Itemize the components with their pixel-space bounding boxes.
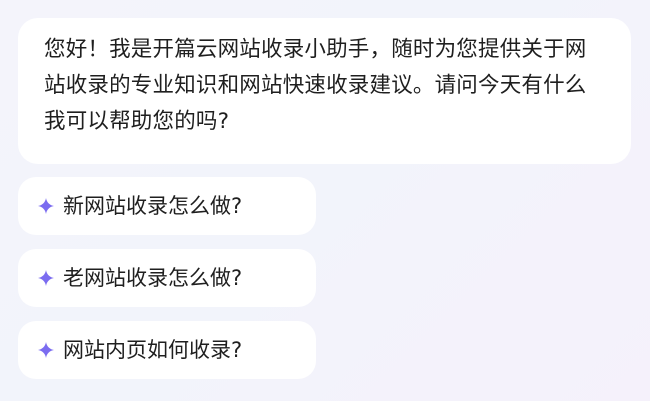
suggestion-label: 老网站收录怎么做? [63, 265, 243, 290]
suggestion-label: 新网站收录怎么做? [63, 193, 243, 218]
assistant-greeting-bubble: 您好！我是开篇云网站收录小助手，随时为您提供关于网站收录的专业知识和网站快速收录… [18, 18, 631, 164]
suggestion-chip-inner-pages[interactable]: 网站内页如何收录? [18, 321, 316, 379]
suggestion-chip-old-site[interactable]: 老网站收录怎么做? [18, 249, 316, 307]
sparkle-icon [38, 342, 54, 358]
sparkle-icon [38, 198, 54, 214]
suggestion-chip-new-site[interactable]: 新网站收录怎么做? [18, 177, 316, 235]
assistant-greeting-text: 您好！我是开篇云网站收录小助手，随时为您提供关于网站收录的专业知识和网站快速收录… [44, 37, 587, 134]
sparkle-icon [38, 270, 54, 286]
chat-panel: 您好！我是开篇云网站收录小助手，随时为您提供关于网站收录的专业知识和网站快速收录… [0, 0, 650, 401]
suggestion-label: 网站内页如何收录? [63, 337, 243, 362]
